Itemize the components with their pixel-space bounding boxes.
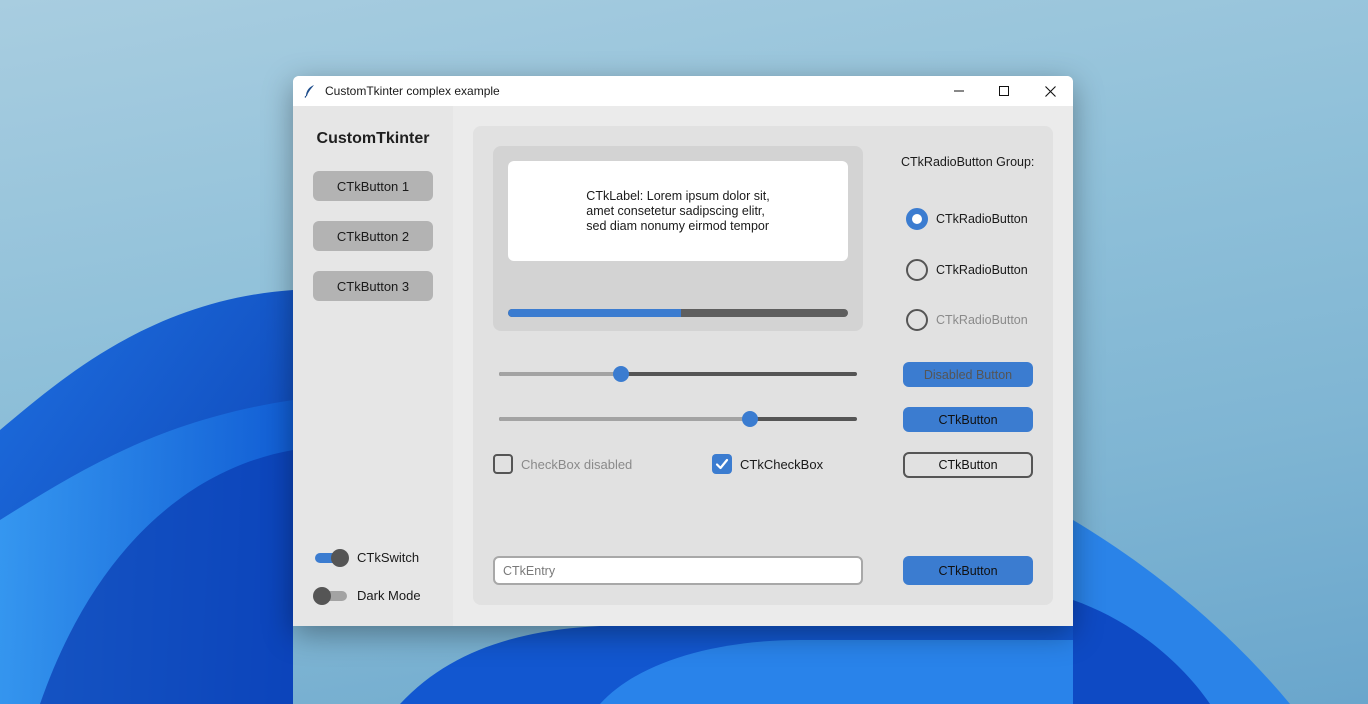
ctk-entry[interactable] bbox=[493, 556, 863, 585]
dark-mode-track[interactable] bbox=[313, 586, 347, 605]
sidebar-button-2[interactable]: CTkButton 2 bbox=[313, 221, 433, 251]
sidebar: CustomTkinter CTkButton 1 CTkButton 2 CT… bbox=[293, 106, 453, 626]
radio-1-circle[interactable] bbox=[906, 208, 928, 230]
radio-option-1[interactable]: CTkRadioButton bbox=[906, 208, 1028, 230]
minimize-icon bbox=[954, 90, 964, 92]
info-label: CTkLabel: Lorem ipsum dolor sit, amet co… bbox=[508, 161, 848, 261]
close-icon bbox=[1044, 85, 1056, 97]
radio-3-label: CTkRadioButton bbox=[936, 313, 1028, 327]
disabled-button[interactable]: Disabled Button bbox=[903, 362, 1033, 387]
main-frame: CTkLabel: Lorem ipsum dolor sit, amet co… bbox=[473, 126, 1053, 605]
switch-track[interactable] bbox=[315, 548, 349, 567]
slider-1-filled bbox=[499, 372, 621, 376]
info-label-text: CTkLabel: Lorem ipsum dolor sit, amet co… bbox=[586, 188, 770, 233]
ctk-checkbox-box[interactable] bbox=[712, 454, 732, 474]
dark-mode-switch[interactable]: Dark Mode bbox=[313, 586, 421, 605]
slider-2-thumb[interactable] bbox=[741, 411, 758, 427]
ctk-checkbox[interactable]: CTkCheckBox bbox=[712, 454, 823, 474]
radio-option-2[interactable]: CTkRadioButton bbox=[906, 259, 1028, 281]
slider-2[interactable] bbox=[499, 411, 857, 427]
maximize-icon bbox=[999, 86, 1009, 96]
progress-fill bbox=[508, 309, 682, 317]
maximize-button[interactable] bbox=[981, 76, 1027, 106]
radio-2-circle[interactable] bbox=[906, 259, 928, 281]
ctk-bottom-button[interactable]: CTkButton bbox=[903, 556, 1033, 585]
checkbox-disabled-box[interactable] bbox=[493, 454, 513, 474]
minimize-button[interactable] bbox=[936, 76, 982, 106]
sidebar-button-1[interactable]: CTkButton 1 bbox=[313, 171, 433, 201]
sidebar-title: CustomTkinter bbox=[316, 130, 430, 147]
app-window: CustomTkinter complex example CustomTkin… bbox=[293, 76, 1073, 626]
radio-1-label: CTkRadioButton bbox=[936, 212, 1028, 226]
checkmark-icon bbox=[715, 458, 729, 470]
ctk-checkbox-label: CTkCheckBox bbox=[740, 456, 824, 472]
switch-knob bbox=[331, 548, 349, 567]
ctk-switch[interactable]: CTkSwitch bbox=[315, 548, 420, 567]
dark-mode-knob bbox=[313, 586, 331, 605]
checkbox-disabled-label: CheckBox disabled bbox=[521, 456, 633, 472]
close-button[interactable] bbox=[1027, 76, 1073, 106]
progress-bar bbox=[508, 309, 848, 317]
slider-1[interactable] bbox=[499, 366, 857, 382]
sidebar-button-3[interactable]: CTkButton 3 bbox=[313, 271, 433, 301]
window-title: CustomTkinter complex example bbox=[325, 84, 500, 98]
ctk-button[interactable]: CTkButton bbox=[903, 407, 1033, 432]
radio-3-circle[interactable] bbox=[906, 309, 928, 331]
radio-2-label: CTkRadioButton bbox=[936, 263, 1028, 277]
switch-label: CTkSwitch bbox=[357, 550, 420, 565]
slider-1-thumb[interactable] bbox=[612, 366, 629, 382]
feather-icon bbox=[303, 84, 317, 98]
slider-2-filled bbox=[499, 417, 750, 421]
ctk-outline-button[interactable]: CTkButton bbox=[903, 452, 1033, 478]
radio-option-3[interactable]: CTkRadioButton bbox=[906, 309, 1028, 331]
dark-mode-label: Dark Mode bbox=[357, 588, 421, 603]
title-bar[interactable]: CustomTkinter complex example bbox=[293, 76, 1073, 106]
info-frame: CTkLabel: Lorem ipsum dolor sit, amet co… bbox=[493, 146, 863, 331]
radio-group-title: CTkRadioButton Group: bbox=[901, 155, 1035, 169]
checkbox-disabled[interactable]: CheckBox disabled bbox=[493, 454, 632, 474]
